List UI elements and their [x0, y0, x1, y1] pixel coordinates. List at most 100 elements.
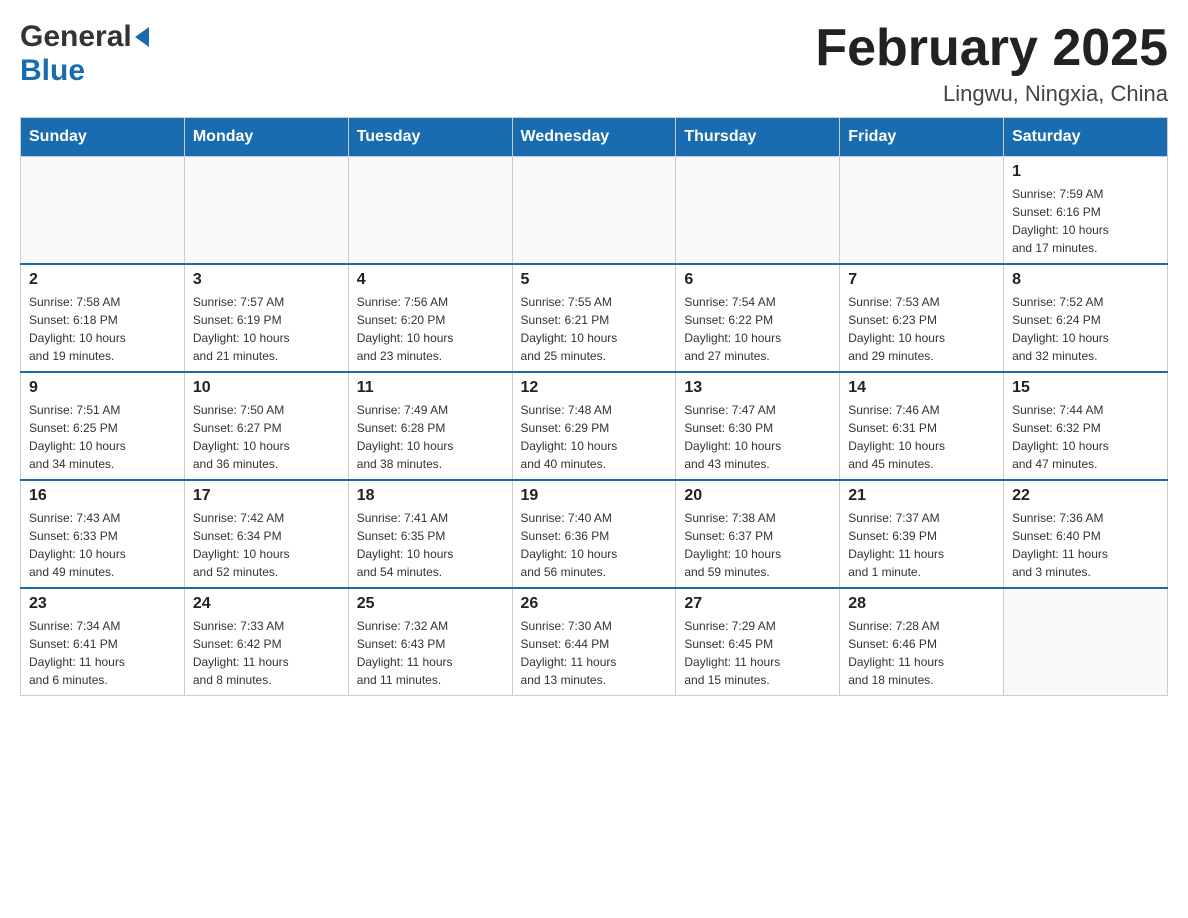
day-info: Sunrise: 7:33 AM Sunset: 6:42 PM Dayligh… [193, 617, 340, 689]
calendar-cell: 23 Sunrise: 7:34 AM Sunset: 6:41 PM Dayli… [21, 588, 185, 696]
day-info: Sunrise: 7:30 AM Sunset: 6:44 PM Dayligh… [521, 617, 668, 689]
calendar-cell: 26 Sunrise: 7:30 AM Sunset: 6:44 PM Dayli… [512, 588, 676, 696]
calendar-cell: 9 Sunrise: 7:51 AM Sunset: 6:25 PM Daylig… [21, 372, 185, 480]
calendar-cell [21, 157, 185, 265]
calendar-cell [184, 157, 348, 265]
day-number: 20 [684, 487, 831, 505]
day-number: 2 [29, 271, 176, 289]
day-number: 13 [684, 379, 831, 397]
day-info: Sunrise: 7:54 AM Sunset: 6:22 PM Dayligh… [684, 293, 831, 365]
location-title: Lingwu, Ningxia, China [815, 81, 1168, 107]
day-info: Sunrise: 7:58 AM Sunset: 6:18 PM Dayligh… [29, 293, 176, 365]
weekday-header-thursday: Thursday [676, 118, 840, 157]
logo-blue-text: Blue [20, 54, 85, 88]
day-info: Sunrise: 7:53 AM Sunset: 6:23 PM Dayligh… [848, 293, 995, 365]
day-number: 16 [29, 487, 176, 505]
weekday-header-wednesday: Wednesday [512, 118, 676, 157]
calendar-cell: 4 Sunrise: 7:56 AM Sunset: 6:20 PM Daylig… [348, 264, 512, 372]
day-number: 4 [357, 271, 504, 289]
calendar-cell: 25 Sunrise: 7:32 AM Sunset: 6:43 PM Dayli… [348, 588, 512, 696]
day-info: Sunrise: 7:32 AM Sunset: 6:43 PM Dayligh… [357, 617, 504, 689]
day-number: 18 [357, 487, 504, 505]
weekday-header-tuesday: Tuesday [348, 118, 512, 157]
day-info: Sunrise: 7:41 AM Sunset: 6:35 PM Dayligh… [357, 509, 504, 581]
day-info: Sunrise: 7:51 AM Sunset: 6:25 PM Dayligh… [29, 401, 176, 473]
day-info: Sunrise: 7:43 AM Sunset: 6:33 PM Dayligh… [29, 509, 176, 581]
day-info: Sunrise: 7:44 AM Sunset: 6:32 PM Dayligh… [1012, 401, 1159, 473]
page-header: General Blue February 2025 Lingwu, Ningx… [20, 20, 1168, 107]
calendar-cell: 2 Sunrise: 7:58 AM Sunset: 6:18 PM Daylig… [21, 264, 185, 372]
day-info: Sunrise: 7:36 AM Sunset: 6:40 PM Dayligh… [1012, 509, 1159, 581]
day-info: Sunrise: 7:46 AM Sunset: 6:31 PM Dayligh… [848, 401, 995, 473]
calendar-cell: 1 Sunrise: 7:59 AM Sunset: 6:16 PM Daylig… [1004, 157, 1168, 265]
weekday-header-sunday: Sunday [21, 118, 185, 157]
calendar-cell: 13 Sunrise: 7:47 AM Sunset: 6:30 PM Dayli… [676, 372, 840, 480]
calendar-cell [840, 157, 1004, 265]
day-info: Sunrise: 7:55 AM Sunset: 6:21 PM Dayligh… [521, 293, 668, 365]
calendar-cell [512, 157, 676, 265]
day-info: Sunrise: 7:59 AM Sunset: 6:16 PM Dayligh… [1012, 185, 1159, 257]
day-number: 8 [1012, 271, 1159, 289]
calendar-week-row-5: 23 Sunrise: 7:34 AM Sunset: 6:41 PM Dayli… [21, 588, 1168, 696]
day-info: Sunrise: 7:56 AM Sunset: 6:20 PM Dayligh… [357, 293, 504, 365]
logo-general-text: General [20, 20, 132, 54]
day-number: 14 [848, 379, 995, 397]
day-number: 26 [521, 595, 668, 613]
day-number: 17 [193, 487, 340, 505]
day-number: 1 [1012, 163, 1159, 181]
day-number: 25 [357, 595, 504, 613]
logo: General Blue [20, 20, 149, 88]
logo-triangle-icon [135, 27, 149, 47]
day-number: 21 [848, 487, 995, 505]
day-number: 27 [684, 595, 831, 613]
calendar-cell: 14 Sunrise: 7:46 AM Sunset: 6:31 PM Dayli… [840, 372, 1004, 480]
title-block: February 2025 Lingwu, Ningxia, China [815, 20, 1168, 107]
calendar-cell: 17 Sunrise: 7:42 AM Sunset: 6:34 PM Dayli… [184, 480, 348, 588]
day-number: 3 [193, 271, 340, 289]
day-info: Sunrise: 7:37 AM Sunset: 6:39 PM Dayligh… [848, 509, 995, 581]
calendar-cell: 12 Sunrise: 7:48 AM Sunset: 6:29 PM Dayli… [512, 372, 676, 480]
day-info: Sunrise: 7:48 AM Sunset: 6:29 PM Dayligh… [521, 401, 668, 473]
weekday-header-saturday: Saturday [1004, 118, 1168, 157]
day-number: 10 [193, 379, 340, 397]
calendar-week-row-1: 1 Sunrise: 7:59 AM Sunset: 6:16 PM Daylig… [21, 157, 1168, 265]
calendar-cell: 21 Sunrise: 7:37 AM Sunset: 6:39 PM Dayli… [840, 480, 1004, 588]
calendar-cell: 15 Sunrise: 7:44 AM Sunset: 6:32 PM Dayli… [1004, 372, 1168, 480]
weekday-header-friday: Friday [840, 118, 1004, 157]
calendar-cell: 18 Sunrise: 7:41 AM Sunset: 6:35 PM Dayli… [348, 480, 512, 588]
day-number: 22 [1012, 487, 1159, 505]
day-info: Sunrise: 7:57 AM Sunset: 6:19 PM Dayligh… [193, 293, 340, 365]
calendar-cell [676, 157, 840, 265]
calendar-cell: 24 Sunrise: 7:33 AM Sunset: 6:42 PM Dayli… [184, 588, 348, 696]
day-info: Sunrise: 7:40 AM Sunset: 6:36 PM Dayligh… [521, 509, 668, 581]
calendar-cell: 27 Sunrise: 7:29 AM Sunset: 6:45 PM Dayli… [676, 588, 840, 696]
day-number: 24 [193, 595, 340, 613]
calendar-cell: 7 Sunrise: 7:53 AM Sunset: 6:23 PM Daylig… [840, 264, 1004, 372]
month-title: February 2025 [815, 20, 1168, 77]
calendar-cell: 20 Sunrise: 7:38 AM Sunset: 6:37 PM Dayli… [676, 480, 840, 588]
day-info: Sunrise: 7:50 AM Sunset: 6:27 PM Dayligh… [193, 401, 340, 473]
day-number: 28 [848, 595, 995, 613]
day-number: 7 [848, 271, 995, 289]
calendar-table: SundayMondayTuesdayWednesdayThursdayFrid… [20, 117, 1168, 696]
day-number: 15 [1012, 379, 1159, 397]
day-number: 11 [357, 379, 504, 397]
day-info: Sunrise: 7:34 AM Sunset: 6:41 PM Dayligh… [29, 617, 176, 689]
day-info: Sunrise: 7:38 AM Sunset: 6:37 PM Dayligh… [684, 509, 831, 581]
day-info: Sunrise: 7:47 AM Sunset: 6:30 PM Dayligh… [684, 401, 831, 473]
calendar-week-row-3: 9 Sunrise: 7:51 AM Sunset: 6:25 PM Daylig… [21, 372, 1168, 480]
day-info: Sunrise: 7:29 AM Sunset: 6:45 PM Dayligh… [684, 617, 831, 689]
day-number: 12 [521, 379, 668, 397]
day-number: 9 [29, 379, 176, 397]
weekday-header-row: SundayMondayTuesdayWednesdayThursdayFrid… [21, 118, 1168, 157]
calendar-cell: 22 Sunrise: 7:36 AM Sunset: 6:40 PM Dayli… [1004, 480, 1168, 588]
calendar-cell: 28 Sunrise: 7:28 AM Sunset: 6:46 PM Dayli… [840, 588, 1004, 696]
calendar-cell: 5 Sunrise: 7:55 AM Sunset: 6:21 PM Daylig… [512, 264, 676, 372]
day-number: 5 [521, 271, 668, 289]
calendar-cell: 19Sunrise: 7:40 AM Sunset: 6:36 PM Dayli… [512, 480, 676, 588]
day-info: Sunrise: 7:28 AM Sunset: 6:46 PM Dayligh… [848, 617, 995, 689]
day-info: Sunrise: 7:42 AM Sunset: 6:34 PM Dayligh… [193, 509, 340, 581]
calendar-cell: 3 Sunrise: 7:57 AM Sunset: 6:19 PM Daylig… [184, 264, 348, 372]
day-number: 23 [29, 595, 176, 613]
day-number: 6 [684, 271, 831, 289]
